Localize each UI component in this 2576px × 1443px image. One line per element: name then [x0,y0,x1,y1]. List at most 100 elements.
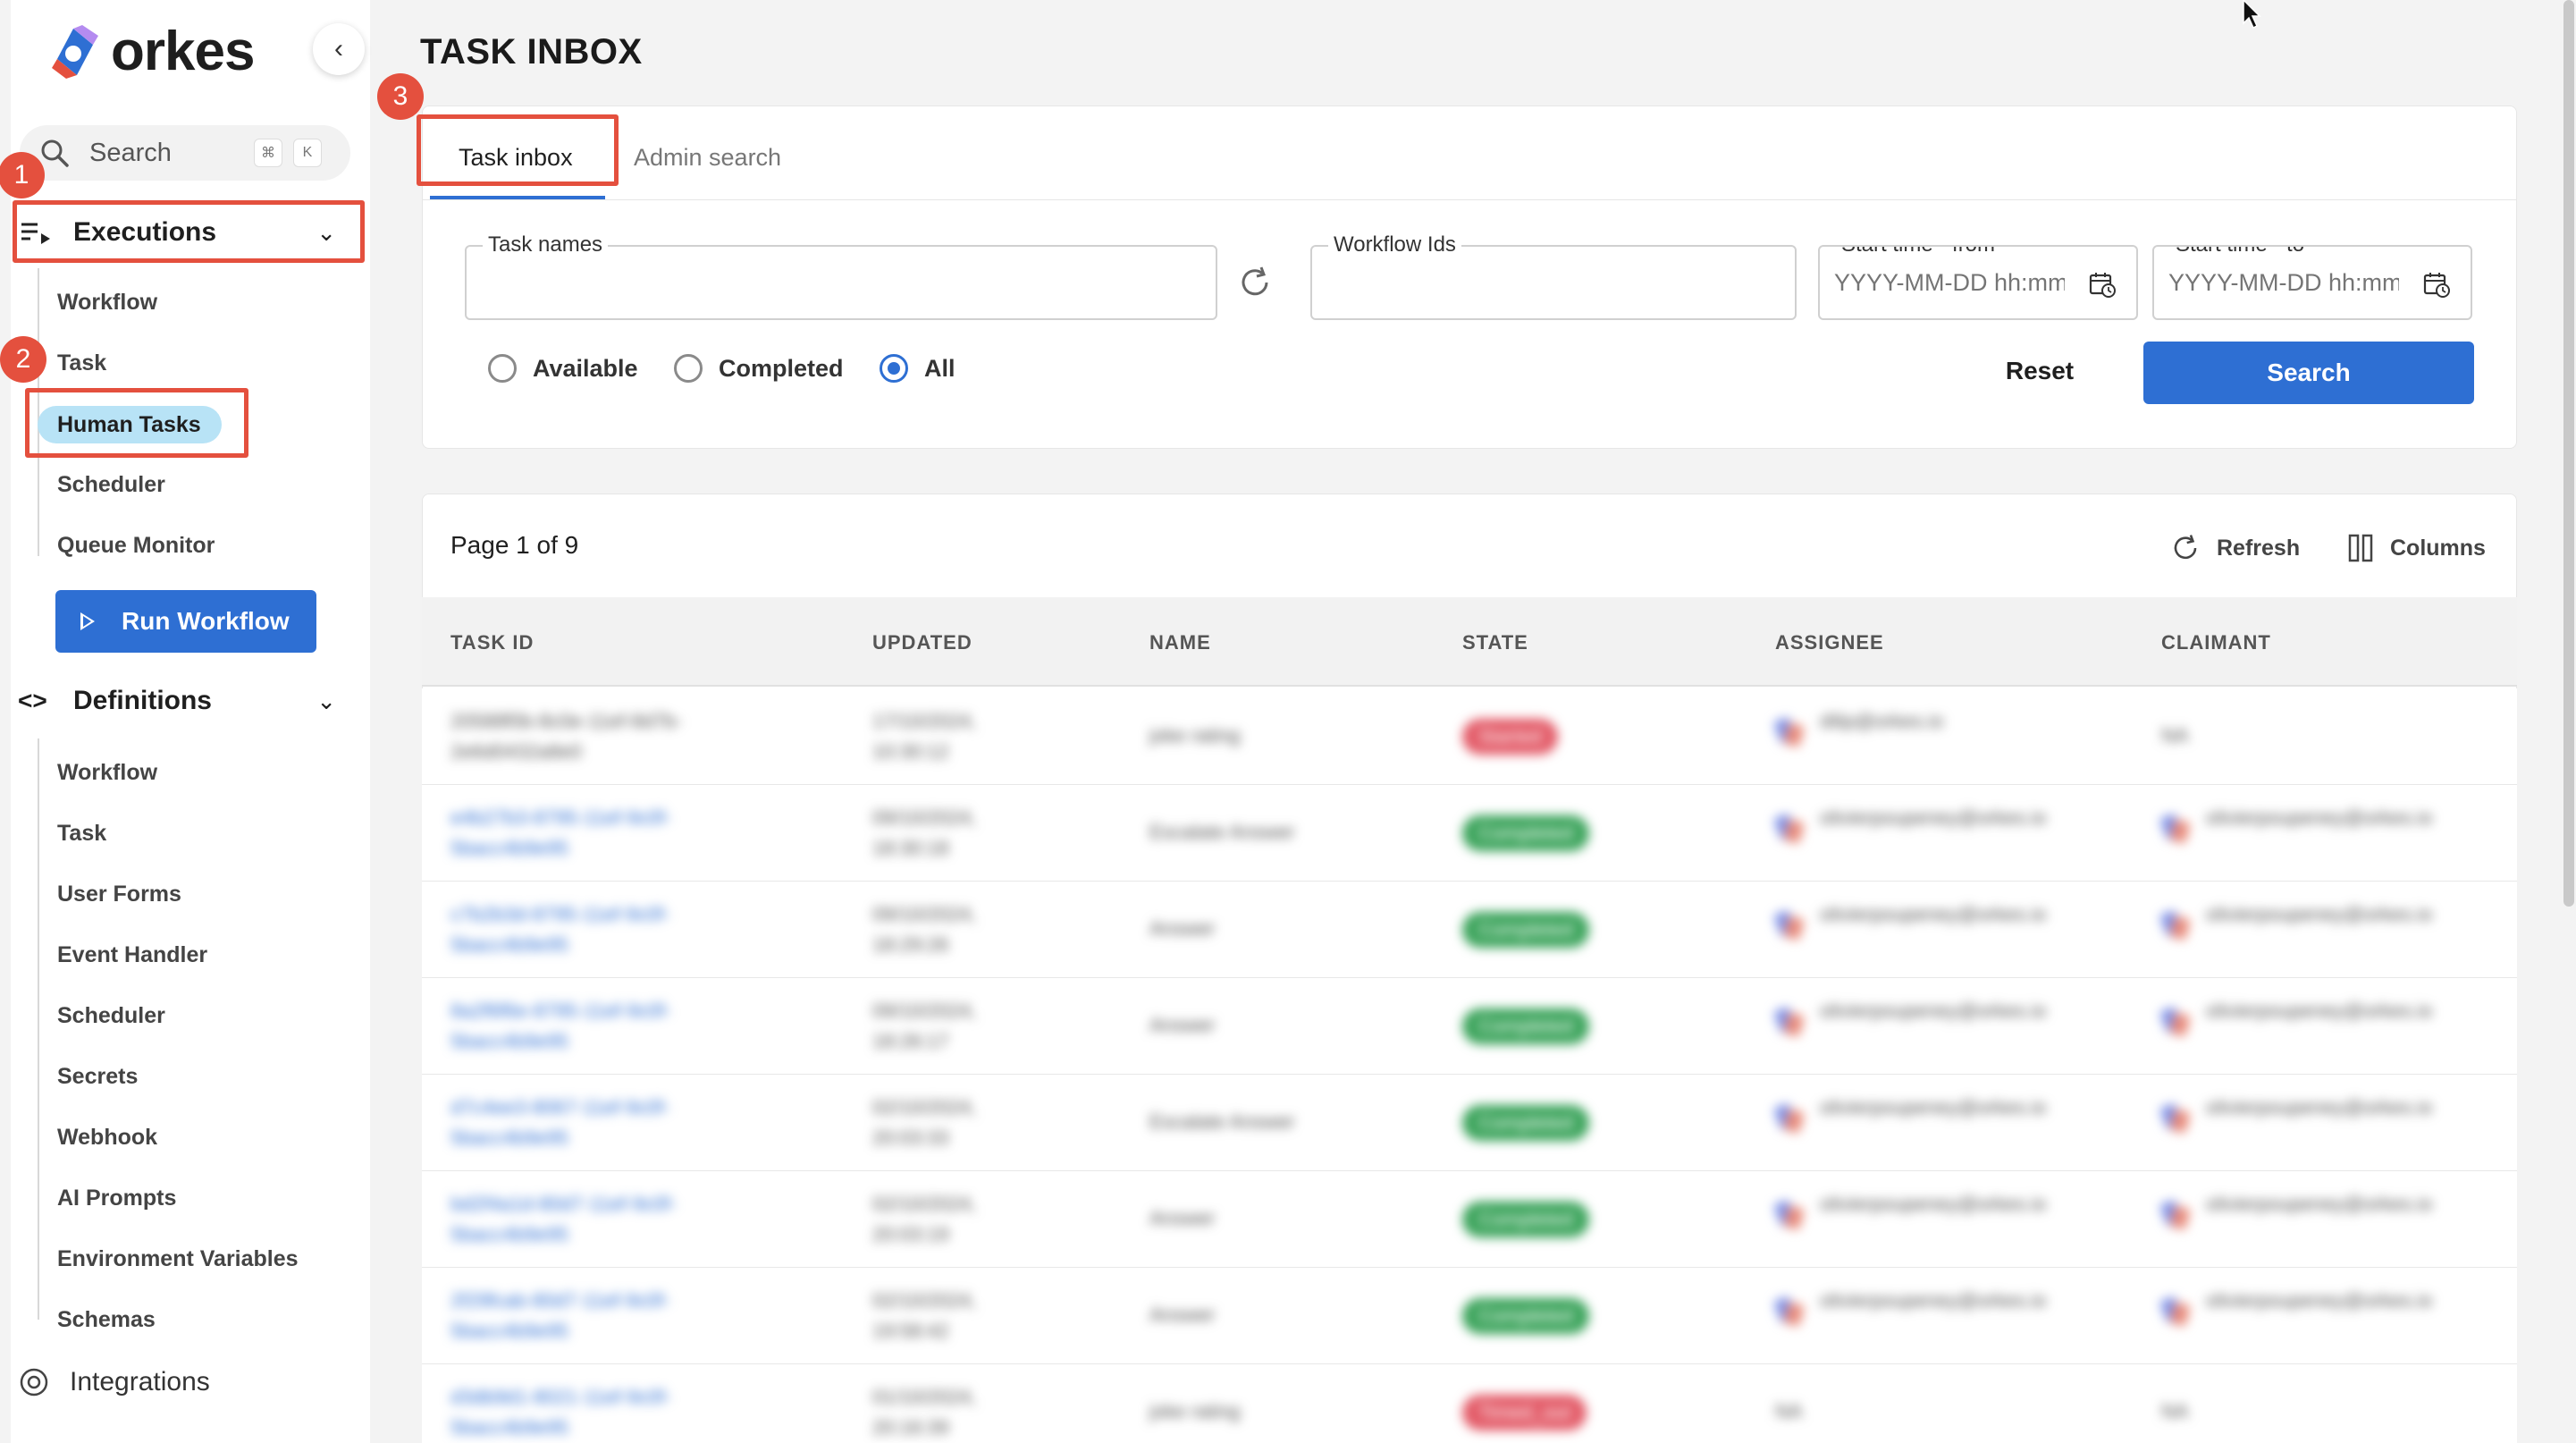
table-row[interactable]: bd2f4a1d-80d7-11ef-9c0f-5bacc4b9e95 02/10… [422,1171,2517,1268]
sidebar-item-executions-task[interactable]: Task [57,350,106,376]
integrations-icon [20,1368,48,1397]
sidebar-item-event-handler[interactable]: Event Handler [57,942,207,968]
refresh-task-names-icon[interactable] [1237,265,1273,300]
sidebar-item-def-scheduler[interactable]: Scheduler [57,1003,165,1029]
refresh-button[interactable]: Refresh [2170,533,2300,563]
updated-cell: 02/10/2024, 20:03:19 [872,1193,977,1245]
radio-completed-label: Completed [719,354,844,382]
column-header-updated[interactable]: UPDATED [872,631,972,654]
column-header-name[interactable]: NAME [1149,631,1211,654]
sidebar-item-secrets[interactable]: Secrets [57,1064,138,1090]
page-info: Page 1 of 9 [450,531,579,559]
assignee-cell: dilip@orkes.io [1820,710,1944,732]
k-key-hint: K [293,139,322,167]
task-names-field[interactable]: Task names [465,232,1217,320]
assignee-cell: NA [1775,1400,1803,1422]
sidebar-item-ai-prompts[interactable]: AI Prompts [57,1186,176,1211]
table-row[interactable]: 8a2f6f6e-8795-11ef-9c0f-5bacc4b9e95 09/10… [422,978,2517,1075]
sidebar-item-def-task[interactable]: Task [57,821,106,847]
sidebar-search-label: Search [89,138,172,167]
sidebar-item-schemas[interactable]: Schemas [57,1307,156,1333]
task-id-cell[interactable]: c7b2b3d-8795-11ef-9c0f-5bacc4b9e95 [450,899,754,960]
sidebar-item-environment-variables[interactable]: Environment Variables [57,1246,299,1272]
sidebar-search[interactable]: Search ⌘ K [20,125,350,181]
sidebar-item-executions-scheduler[interactable]: Scheduler [57,472,165,498]
name-cell: Escalate Answer [1149,1110,1295,1133]
claimant-avatar [2161,1198,2192,1234]
column-header-task-id[interactable]: TASK ID [450,631,534,654]
name-cell: Answer [1149,1014,1216,1036]
task-id-cell[interactable]: 2f29fcab-80d7-11ef-9c0f-5bacc4b9e95 [450,1286,754,1346]
task-id-cell[interactable]: 20588f0b-8c0e-11ef-8d7b-2e6d0432a8e0 [450,706,754,767]
refresh-label: Refresh [2217,535,2301,561]
task-names-input[interactable] [467,247,1216,318]
radio-completed[interactable]: Completed [674,354,844,383]
task-id-cell[interactable]: bd2f4a1d-80d7-11ef-9c0f-5bacc4b9e95 [450,1189,754,1250]
name-cell: Escalate Answer [1149,821,1295,843]
calendar-clock-icon[interactable] [2088,270,2117,299]
table-row[interactable]: 20588f0b-8c0e-11ef-8d7b-2e6d0432a8e0 17/1… [422,688,2517,785]
tab-admin-search[interactable]: Admin search [634,144,781,172]
table-row[interactable]: 2f29fcab-80d7-11ef-9c0f-5bacc4b9e95 02/10… [422,1268,2517,1364]
task-id-cell[interactable]: e4b27b3-8795-11ef-9c0f-5bacc4b9e95 [450,803,754,864]
task-id-cell[interactable]: d7c4ee3-8067-11ef-9c0f-5bacc4b9e95 [450,1093,754,1153]
task-id-cell[interactable]: d3db9d1-8021-11ef-9c0f-5bacc4b9e95 [450,1382,754,1443]
table-row[interactable]: d3db9d1-8021-11ef-9c0f-5bacc4b9e95 01/10/… [422,1364,2517,1443]
claimant-cell: olivierpoupeney@orkes.io [2206,1000,2433,1022]
annotation-box-executions [13,200,365,263]
updated-cell: 09/10/2024, 18:26:17 [872,1000,977,1052]
sidebar-item-webhook[interactable]: Webhook [57,1125,157,1151]
radio-completed-control[interactable] [674,354,703,383]
name-cell: Answer [1149,1207,1216,1229]
start-time-to-field[interactable]: Start time - to [2152,245,2472,320]
column-header-state[interactable]: STATE [1462,631,1528,654]
radio-all-control[interactable] [880,354,908,383]
start-time-from-field[interactable]: Start time - from [1818,245,2138,320]
columns-button[interactable]: Columns [2347,533,2486,563]
chevron-down-icon: ⌄ [316,687,336,714]
search-button[interactable]: Search [2143,342,2474,404]
run-workflow-button[interactable]: Run Workflow [55,590,316,653]
task-id-cell[interactable]: 8a2f6f6e-8795-11ef-9c0f-5bacc4b9e95 [450,996,754,1057]
assignee-avatar [1775,812,1806,848]
assignee-avatar [1775,1101,1806,1137]
column-header-claimant[interactable]: CLAIMANT [2161,631,2271,654]
claimant-cell: olivierpoupeney@orkes.io [2206,1096,2433,1118]
state-chip: Completed [1462,1202,1590,1237]
orkes-logo[interactable]: orkes [46,20,255,83]
annotation-box-task-inbox-tab [417,114,619,186]
calendar-clock-icon[interactable] [2422,270,2451,299]
sidebar-item-def-workflow[interactable]: Workflow [57,760,157,786]
cmd-key-hint: ⌘ [254,139,282,167]
page-scrollbar-thumb[interactable] [2563,0,2574,907]
claimant-avatar [2161,1005,2192,1041]
table-row[interactable]: d7c4ee3-8067-11ef-9c0f-5bacc4b9e95 02/10/… [422,1075,2517,1171]
annotation-box-human-tasks [25,388,248,458]
radio-all[interactable]: All [880,354,955,383]
annotation-marker-3: 3 [377,73,424,120]
assignee-cell: olivierpoupeney@orkes.io [1820,1289,2047,1312]
tabs-divider [423,199,2516,200]
workflow-ids-input[interactable] [1312,247,1795,318]
radio-available-control[interactable] [488,354,517,383]
table-row[interactable]: e4b27b3-8795-11ef-9c0f-5bacc4b9e95 09/10/… [422,785,2517,882]
assignee-avatar [1775,1295,1806,1330]
updated-cell: 09/10/2024, 18:30:18 [872,806,977,859]
search-icon [41,139,69,167]
refresh-icon [2174,535,2197,560]
columns-label: Columns [2390,535,2486,561]
sidebar-item-user-forms[interactable]: User Forms [57,882,181,907]
annotation-marker-2: 2 [0,336,46,383]
reset-button[interactable]: Reset [1977,340,2102,402]
workflow-ids-field[interactable]: Workflow Ids [1310,232,1797,320]
column-header-assignee[interactable]: ASSIGNEE [1775,631,1884,654]
definitions-section-header[interactable]: <> Definitions ⌄ [18,676,349,726]
sidebar-item-queue-monitor[interactable]: Queue Monitor [57,533,215,559]
table-row[interactable]: c7b2b3d-8795-11ef-9c0f-5bacc4b9e95 09/10/… [422,882,2517,978]
collapse-sidebar-button[interactable]: ‹ [313,23,365,75]
name-cell: Answer [1149,917,1216,940]
name-cell: Answer [1149,1304,1216,1326]
radio-available[interactable]: Available [488,354,638,383]
integrations-section-header[interactable]: Integrations [18,1357,349,1407]
sidebar-item-executions-workflow[interactable]: Workflow [57,290,157,316]
